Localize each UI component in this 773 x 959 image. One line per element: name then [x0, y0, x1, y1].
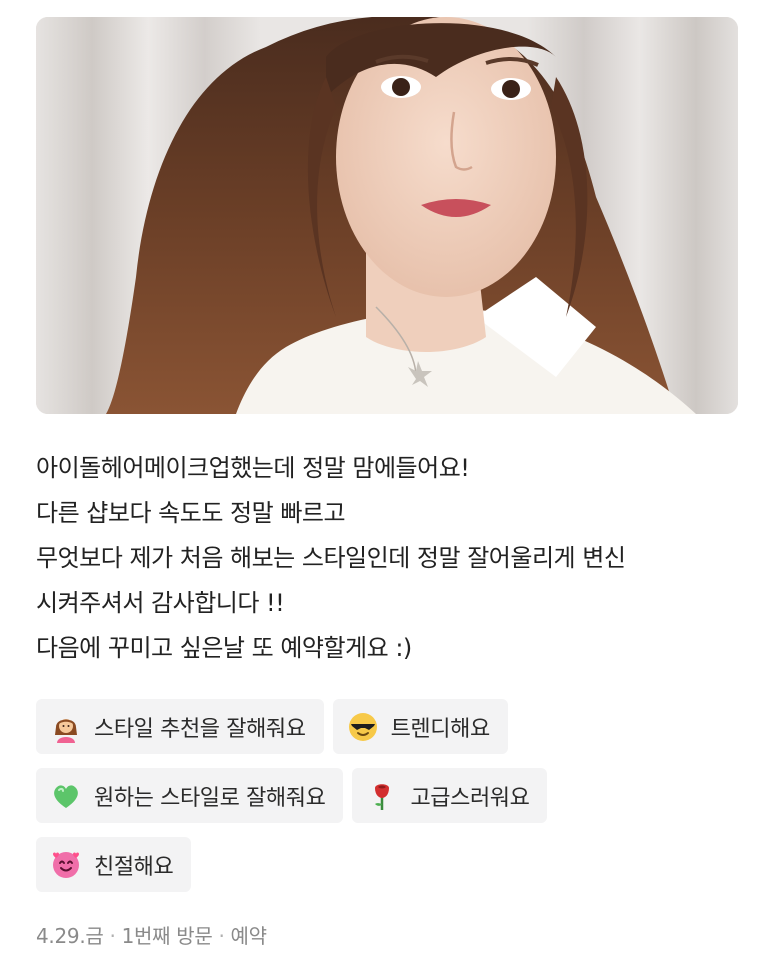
green-heart-icon [50, 780, 82, 812]
woman-hairdresser-icon [50, 711, 82, 743]
keyword-chip-kind[interactable]: 친절해요 [36, 837, 192, 892]
review-photo[interactable] [36, 17, 738, 414]
visit-count: 1번째 방문 [121, 924, 213, 948]
review-date: 4.29.금 [36, 924, 104, 948]
review-line: 무엇보다 제가 처음 해보는 스타일인데 정말 잘어울리게 변신 [36, 544, 626, 572]
keyword-chips: 스타일 추천을 잘해줘요 트렌디해요 원하는 스타일로 잘해줘요 고급스러워요 … [36, 699, 736, 906]
keyword-chip-style-recommendation[interactable]: 스타일 추천을 잘해줘요 [36, 699, 324, 754]
keyword-chip-desired-style[interactable]: 원하는 스타일로 잘해줘요 [36, 768, 344, 823]
sunglasses-face-icon [347, 711, 379, 743]
keyword-chip-label: 고급스러워요 [410, 785, 530, 811]
keyword-chip-label: 친절해요 [94, 854, 174, 880]
review-meta: 4.29.금 · 1번째 방문 · 예약 [36, 920, 267, 949]
keyword-chip-trendy[interactable]: 트렌디해요 [332, 699, 508, 754]
review-photo-image [36, 17, 738, 414]
review-line: 다음에 꾸미고 싶은날 또 예약할게요 :) [36, 634, 412, 662]
keyword-chip-label: 원하는 스타일로 잘해줘요 [94, 785, 326, 811]
review-line: 다른 샵보다 속도도 정말 빠르고 [36, 499, 346, 527]
keyword-chip-luxurious[interactable]: 고급스러워요 [352, 768, 548, 823]
smiling-face-hearts-icon [50, 849, 82, 881]
keyword-chip-label: 스타일 추천을 잘해줘요 [94, 716, 306, 742]
keyword-chip-label: 트렌디해요 [390, 716, 491, 742]
review-card: 아이돌헤어메이크업했는데 정말 맘에들어요! 다른 샵보다 속도도 정말 빠르고… [0, 0, 773, 959]
visit-type: 예약 [230, 924, 268, 948]
review-body: 아이돌헤어메이크업했는데 정말 맘에들어요! 다른 샵보다 속도도 정말 빠르고… [36, 446, 736, 671]
review-line: 시켜주셔서 감사합니다 !! [36, 589, 285, 617]
separator-dot: · [218, 924, 225, 948]
rose-icon [366, 780, 398, 812]
separator-dot: · [109, 924, 116, 948]
review-line: 아이돌헤어메이크업했는데 정말 맘에들어요! [36, 454, 470, 482]
